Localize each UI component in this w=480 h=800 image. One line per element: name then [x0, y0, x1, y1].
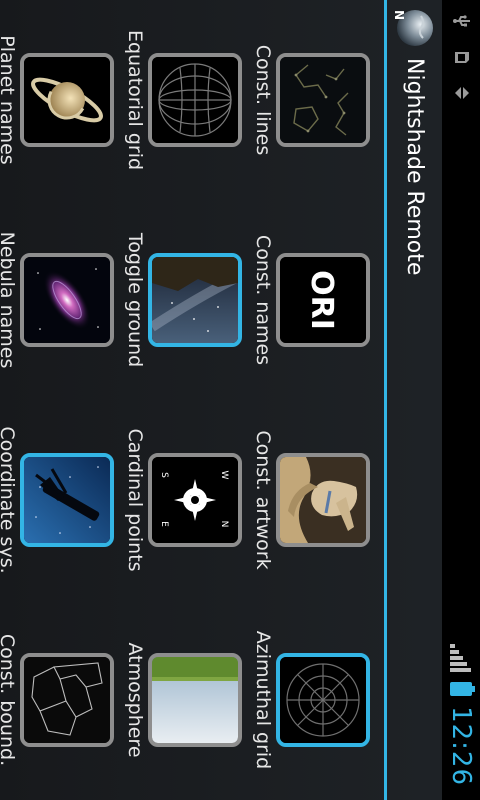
const-names-toggle[interactable]: ORI Const. names [252, 200, 384, 400]
svg-text:S: S [159, 472, 169, 478]
nebula-icon [24, 257, 110, 343]
tile-cardinal-points[interactable]: N E S W [148, 453, 242, 547]
tile-azimuthal-grid[interactable] [276, 653, 370, 747]
tile-const-lines[interactable] [276, 53, 370, 147]
toggle-ground-toggle[interactable]: Toggle ground [124, 200, 256, 400]
svg-text:E: E [159, 521, 169, 527]
constellation-artwork-icon [280, 457, 366, 543]
svg-text:ORI: ORI [304, 270, 339, 330]
battery-icon [450, 682, 472, 697]
constellation-names-icon: ORI [280, 257, 366, 343]
status-bar: 12:26 [442, 0, 480, 800]
toggle-grid: Const. lines ORI Const. names Const. art… [0, 0, 384, 800]
sd-card-icon [450, 46, 474, 68]
sync-icon [450, 82, 474, 104]
tile-toggle-ground[interactable] [148, 253, 242, 347]
atmosphere-toggle[interactable]: Atmosphere [124, 600, 256, 800]
cell-label: Nebula names [0, 231, 18, 369]
usb-icon [450, 10, 474, 32]
const-artwork-toggle[interactable]: Const. artwork [252, 400, 384, 600]
compass-icon: N E S W [152, 457, 238, 543]
azimuthal-grid-toggle[interactable]: Azimuthal grid [252, 600, 384, 800]
equatorial-grid-icon [152, 57, 238, 143]
svg-text:N: N [394, 10, 407, 20]
app-title: Nightshade Remote [402, 58, 427, 276]
telescope-icon [24, 457, 110, 543]
planet-names-toggle[interactable]: Planet names [0, 0, 128, 200]
azimuthal-grid-icon [280, 657, 366, 743]
cardinal-points-toggle[interactable]: N E S W Cardinal points [124, 400, 256, 600]
action-bar: N Nightshade Remote [384, 0, 442, 800]
tile-coordinate-sys[interactable] [20, 453, 114, 547]
tile-nebula-names[interactable] [20, 253, 114, 347]
svg-text:N: N [219, 521, 229, 528]
atmosphere-icon [152, 657, 238, 743]
tile-const-artwork[interactable] [276, 453, 370, 547]
const-lines-toggle[interactable]: Const. lines [252, 0, 384, 200]
tile-atmosphere[interactable] [148, 653, 242, 747]
tile-const-bound[interactable] [20, 653, 114, 747]
equatorial-grid-toggle[interactable]: Equatorial grid [124, 0, 256, 200]
constellation-boundaries-icon [24, 657, 110, 743]
coordinate-sys-toggle[interactable]: Coordinate sys. [0, 400, 128, 600]
tile-planet-names[interactable] [20, 53, 114, 147]
clock: 12:26 [446, 706, 476, 786]
cell-label: Planet names [0, 35, 18, 165]
cell-label: Const. bound. [0, 633, 18, 767]
signal-icon [450, 644, 472, 673]
cell-label: Coordinate sys. [0, 426, 18, 574]
app-logo-icon[interactable]: N [393, 6, 436, 48]
tile-const-names[interactable]: ORI [276, 253, 370, 347]
nebula-names-toggle[interactable]: Nebula names [0, 200, 128, 400]
ground-icon [152, 257, 238, 343]
svg-text:W: W [219, 471, 229, 480]
constellation-lines-icon [280, 57, 366, 143]
planet-icon [24, 57, 110, 143]
tile-equatorial-grid[interactable] [148, 53, 242, 147]
const-bound-toggle[interactable]: Const. bound. [0, 600, 128, 800]
